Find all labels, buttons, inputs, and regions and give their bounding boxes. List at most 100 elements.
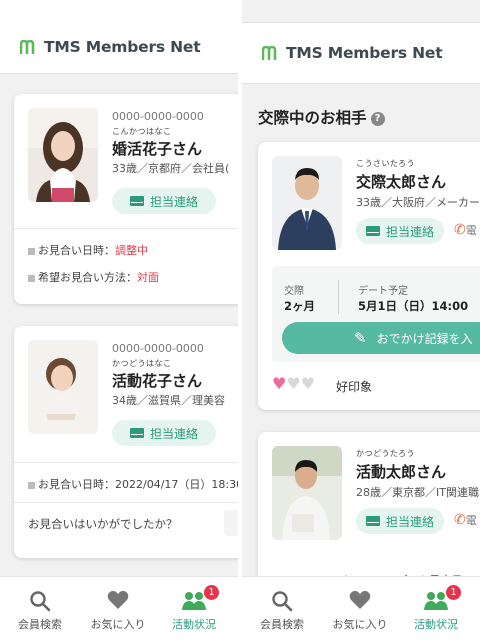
mail-icon	[129, 196, 144, 206]
info-text: お見合い日時：2022/04/17（日）18:30	[38, 478, 238, 491]
outing-record-button[interactable]: ✎ おでかけ記録を入	[282, 322, 480, 354]
review-question: お見合いはいかがでしたか？	[28, 517, 178, 531]
meeting-datetime: お見合い日時：調整中	[28, 242, 148, 258]
phone-icon: ✆	[454, 222, 466, 238]
contact-label: 担当連絡	[385, 514, 434, 529]
info-value: 調整中	[115, 244, 148, 257]
screen: TMS Members Net 0000-0000-0000 こんかつはなこ 婚…	[0, 0, 480, 640]
member-name: 活動太郎さん	[356, 463, 447, 481]
partner-card[interactable]: こうさいたろう 交際太郎さん 33歳／大阪府／メーカー 担当連絡 ✆電 交際 2…	[258, 142, 480, 410]
info-label: 希望お見合い方法：	[38, 271, 137, 284]
call-label: 電	[465, 224, 477, 237]
contact-label: 担当連絡	[385, 224, 434, 239]
call-button[interactable]: ✆電	[454, 512, 477, 528]
meeting-method: 希望お見合い方法：対面	[28, 269, 159, 285]
tab-bar: 会員検索 お気に入り 1 活動状況	[0, 576, 238, 640]
tab-label: 会員検索	[18, 618, 62, 631]
name-kana: こんかつはなこ	[112, 127, 172, 136]
help-icon[interactable]: ?	[370, 112, 385, 126]
avatar	[272, 156, 342, 250]
call-button[interactable]: ✆電	[454, 222, 477, 238]
tab-label: 活動状況	[414, 618, 458, 631]
heart-icon[interactable]: ♥	[301, 374, 315, 393]
search-icon	[29, 590, 51, 616]
meeting-datetime: お見合い日時：2022/04/17（日）18:30	[28, 476, 238, 492]
member-meta: 28歳／東京都／IT関連職	[356, 486, 479, 499]
contact-staff-button[interactable]: 担当連絡	[112, 188, 216, 214]
contact-label: 担当連絡	[149, 194, 198, 209]
tab-favorites[interactable]: お気に入り	[78, 577, 158, 640]
answer-field[interactable]	[224, 510, 238, 536]
date-value: 5月1日（日）14:00	[358, 299, 469, 313]
mail-icon	[129, 428, 144, 438]
tab-label: 会員検索	[260, 618, 304, 631]
member-name: 活動花子さん	[112, 372, 203, 390]
contact-staff-button[interactable]: 担当連絡	[356, 218, 444, 244]
bullet-icon	[28, 481, 35, 489]
divider	[14, 228, 238, 229]
partner-card[interactable]: 0000-0000-0000 こんかつはなこ 婚活花子さん 33歳／京都府／会社…	[14, 94, 238, 304]
notification-badge: 1	[204, 585, 219, 600]
tab-member-search[interactable]: 会員検索	[242, 577, 322, 640]
call-label: 電	[465, 514, 477, 527]
tab-bar: 会員検索 お気に入り 1 活動状況	[242, 576, 480, 640]
record-button-label: おでかけ記録を入	[376, 331, 473, 346]
member-meta: 33歳／京都府／会社員(	[112, 162, 230, 175]
name-kana: かつどうはなこ	[112, 359, 172, 368]
phone-number: 0000-0000-0000	[112, 342, 204, 355]
tab-label: 活動状況	[172, 618, 216, 631]
notification-badge: 1	[446, 585, 461, 600]
date-label: デート予定	[358, 286, 408, 297]
logo-text: TMS Members Net	[44, 37, 201, 56]
partner-card[interactable]: 0000-0000-0000 かつどうはなこ 活動花子さん 34歳／滋賀県／理美…	[14, 326, 238, 558]
name-kana: こうさいたろう	[356, 159, 416, 168]
avatar	[272, 446, 342, 540]
rating[interactable]: ♥♥♥	[272, 374, 315, 393]
impression-label: 好印象	[336, 380, 373, 394]
contact-label: 担当連絡	[149, 426, 198, 441]
heart-icon[interactable]: ♥	[272, 374, 286, 393]
tab-member-search[interactable]: 会員検索	[0, 577, 80, 640]
section-title-text: 交際中のお相手	[258, 109, 367, 127]
contact-staff-button[interactable]: 担当連絡	[356, 508, 444, 534]
period-label: 交際	[284, 286, 304, 297]
tab-label: お気に入り	[332, 618, 388, 631]
heart-icon[interactable]: ♥	[286, 374, 300, 393]
divider	[14, 462, 238, 463]
heart-icon	[349, 590, 371, 614]
search-icon	[271, 590, 293, 616]
left-screen: TMS Members Net 0000-0000-0000 こんかつはなこ 婚…	[0, 0, 238, 640]
pencil-icon: ✎	[354, 329, 367, 347]
info-value: 対面	[137, 271, 159, 284]
right-screen: TMS Members Net 交際中のお相手? こうさいたろう 交際太郎さん …	[242, 0, 480, 640]
people-icon	[181, 590, 207, 616]
divider	[14, 502, 238, 503]
section-title: 交際中のお相手?	[258, 106, 385, 128]
avatar	[28, 340, 98, 434]
logo-icon	[262, 46, 280, 60]
tab-favorites[interactable]: お気に入り	[320, 577, 400, 640]
member-name: 婚活花子さん	[112, 140, 203, 158]
avatar	[28, 108, 98, 202]
contact-staff-button[interactable]: 担当連絡	[112, 420, 216, 446]
period-value: 2ヶ月	[284, 299, 316, 313]
mail-icon	[365, 516, 380, 526]
mail-icon	[365, 226, 380, 236]
tab-label: お気に入り	[90, 618, 146, 631]
logo-text: TMS Members Net	[286, 44, 443, 62]
header-bar: TMS Members Net	[0, 0, 238, 74]
header-bar: TMS Members Net	[242, 22, 480, 84]
partner-card[interactable]: かつどうたろう 活動太郎さん 28歳／東京都／IT関連職 担当連絡 ✆電 ファー…	[258, 432, 480, 592]
logo-icon	[20, 39, 38, 54]
tab-activity-status[interactable]: 1 活動状況	[154, 577, 234, 640]
member-meta: 33歳／大阪府／メーカー	[356, 196, 480, 209]
phone-number: 0000-0000-0000	[112, 110, 204, 123]
phone-icon: ✆	[454, 512, 466, 528]
bullet-icon	[28, 247, 35, 255]
member-meta: 34歳／滋賀県／理美容	[112, 394, 225, 407]
tab-activity-status[interactable]: 1 活動状況	[396, 577, 476, 640]
name-kana: かつどうたろう	[356, 449, 416, 458]
stat-divider	[338, 280, 339, 314]
info-label: お見合い日時：	[38, 244, 115, 257]
member-name: 交際太郎さん	[356, 173, 447, 191]
